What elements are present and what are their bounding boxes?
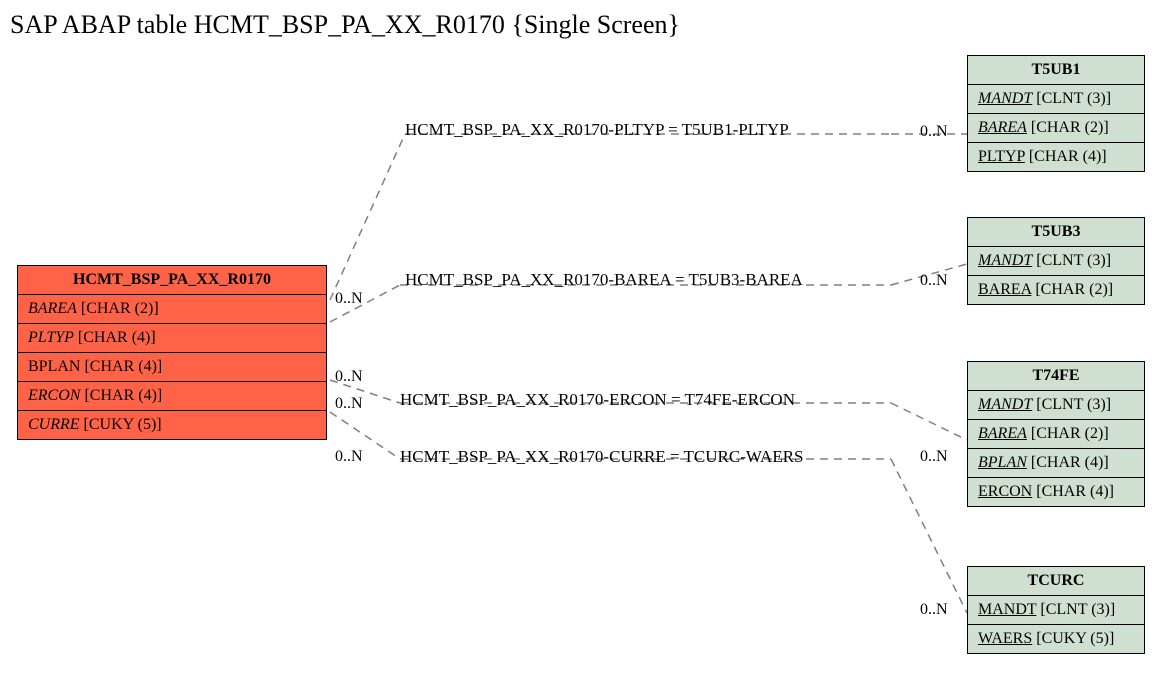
field-type: [CHAR (4)] xyxy=(84,358,162,375)
cardinality-right-4: 0..N xyxy=(920,601,948,619)
field-type: [CHAR (2)] xyxy=(81,300,159,317)
page-title: SAP ABAP table HCMT_BSP_PA_XX_R0170 {Sin… xyxy=(10,10,680,40)
field-type: [CUKY (5)] xyxy=(84,416,162,433)
cardinality-right-2: 0..N xyxy=(920,272,948,290)
rel-label-3: HCMT_BSP_PA_XX_R0170-ERCON = T74FE-ERCON xyxy=(400,390,795,410)
table-row: WAERS [CUKY (5)] xyxy=(968,625,1144,653)
main-entity-header: HCMT_BSP_PA_XX_R0170 xyxy=(18,266,326,295)
ref-entity-header: TCURC xyxy=(968,567,1144,596)
field-name: BAREA xyxy=(978,119,1027,136)
table-row: MANDT [CLNT (3)] xyxy=(968,247,1144,276)
rel-label-2: HCMT_BSP_PA_XX_R0170-BAREA = T5UB3-BAREA xyxy=(405,270,803,290)
cardinality-left-4: 0..N xyxy=(335,448,363,466)
ref-entity-header: T74FE xyxy=(968,362,1144,391)
table-row: BAREA [CHAR (2)] xyxy=(18,295,326,324)
field-name: ERCON xyxy=(28,387,80,404)
field-name: MANDT xyxy=(978,90,1032,107)
table-row: ERCON [CHAR (4)] xyxy=(18,382,326,411)
cardinality-left-2: 0..N xyxy=(335,368,363,386)
table-row: ERCON [CHAR (4)] xyxy=(968,478,1144,506)
cardinality-right-3: 0..N xyxy=(920,448,948,466)
cardinality-right-1: 0..N xyxy=(920,123,948,141)
field-name: MANDT xyxy=(978,252,1032,269)
ref-entity-t74fe: T74FE MANDT [CLNT (3)] BAREA [CHAR (2)] … xyxy=(967,361,1145,507)
field-type: [CHAR (4)] xyxy=(1036,483,1114,500)
field-type: [CHAR (4)] xyxy=(78,329,156,346)
rel-label-1: HCMT_BSP_PA_XX_R0170-PLTYP = T5UB1-PLTYP xyxy=(405,120,789,140)
field-name: BAREA xyxy=(978,281,1031,298)
field-name: BAREA xyxy=(978,425,1027,442)
ref-entity-header: T5UB3 xyxy=(968,218,1144,247)
field-type: [CUKY (5)] xyxy=(1036,630,1114,647)
table-row: BAREA [CHAR (2)] xyxy=(968,420,1144,449)
table-row: MANDT [CLNT (3)] xyxy=(968,391,1144,420)
field-name: PLTYP xyxy=(28,329,74,346)
table-row: CURRE [CUKY (5)] xyxy=(18,411,326,439)
table-row: MANDT [CLNT (3)] xyxy=(968,596,1144,625)
table-row: BAREA [CHAR (2)] xyxy=(968,114,1144,143)
table-row: PLTYP [CHAR (4)] xyxy=(968,143,1144,171)
field-type: [CLNT (3)] xyxy=(1040,601,1115,618)
field-type: [CLNT (3)] xyxy=(1036,252,1111,269)
field-name: ERCON xyxy=(978,483,1032,500)
ref-entity-t5ub1: T5UB1 MANDT [CLNT (3)] BAREA [CHAR (2)] … xyxy=(967,55,1145,172)
field-name: PLTYP xyxy=(978,148,1025,165)
table-row: MANDT [CLNT (3)] xyxy=(968,85,1144,114)
field-name: MANDT xyxy=(978,396,1032,413)
field-type: [CHAR (4)] xyxy=(1029,148,1107,165)
field-type: [CHAR (4)] xyxy=(84,387,162,404)
table-row: BPLAN [CHAR (4)] xyxy=(18,353,326,382)
rel-label-4: HCMT_BSP_PA_XX_R0170-CURRE = TCURC-WAERS xyxy=(400,447,804,467)
table-row: BAREA [CHAR (2)] xyxy=(968,276,1144,304)
ref-entity-tcurc: TCURC MANDT [CLNT (3)] WAERS [CUKY (5)] xyxy=(967,566,1145,654)
field-type: [CLNT (3)] xyxy=(1036,396,1111,413)
field-name: BPLAN xyxy=(978,454,1027,471)
field-type: [CHAR (2)] xyxy=(1035,281,1113,298)
cardinality-left-1: 0..N xyxy=(335,290,363,308)
main-entity: HCMT_BSP_PA_XX_R0170 BAREA [CHAR (2)] PL… xyxy=(17,265,327,440)
ref-entity-header: T5UB1 xyxy=(968,56,1144,85)
field-type: [CHAR (2)] xyxy=(1031,425,1109,442)
field-type: [CHAR (4)] xyxy=(1031,454,1109,471)
field-type: [CLNT (3)] xyxy=(1036,90,1111,107)
field-name: BAREA xyxy=(28,300,77,317)
table-row: PLTYP [CHAR (4)] xyxy=(18,324,326,353)
field-type: [CHAR (2)] xyxy=(1031,119,1109,136)
field-name: BPLAN xyxy=(28,358,80,375)
field-name: WAERS xyxy=(978,630,1032,647)
ref-entity-t5ub3: T5UB3 MANDT [CLNT (3)] BAREA [CHAR (2)] xyxy=(967,217,1145,305)
field-name: CURRE xyxy=(28,416,80,433)
cardinality-left-3: 0..N xyxy=(335,395,363,413)
table-row: BPLAN [CHAR (4)] xyxy=(968,449,1144,478)
field-name: MANDT xyxy=(978,601,1036,618)
